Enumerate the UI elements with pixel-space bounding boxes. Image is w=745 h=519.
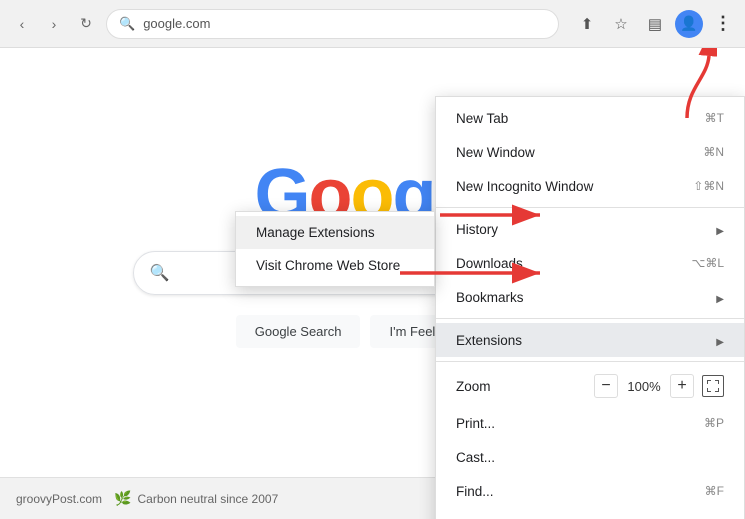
find-label: Find...	[456, 484, 494, 499]
url-text: google.com	[143, 16, 210, 31]
downloads-shortcut: ⌥⌘L	[691, 256, 724, 270]
zoom-in-button[interactable]: +	[670, 374, 694, 398]
search-magnifier-icon: 🔍	[150, 263, 170, 283]
sep3	[436, 361, 744, 362]
submenu-web-store[interactable]: Visit Chrome Web Store	[236, 249, 434, 282]
menu-item-zoom: Zoom − 100% +	[436, 366, 744, 406]
bookmarks-chevron	[716, 290, 724, 305]
submenu-manage-extensions[interactable]: Manage Extensions	[236, 216, 434, 249]
sep2	[436, 318, 744, 319]
back-button[interactable]: ‹	[8, 10, 36, 38]
new-tab-shortcut: ⌘T	[705, 111, 724, 125]
menu-item-find[interactable]: Find... ⌘F	[436, 474, 744, 508]
menu-item-extensions[interactable]: Extensions	[436, 323, 744, 357]
extensions-label: Extensions	[456, 333, 522, 348]
zoom-out-button[interactable]: −	[594, 374, 618, 398]
menu-item-downloads[interactable]: Downloads ⌥⌘L	[436, 246, 744, 280]
nav-buttons: ‹ › ↻	[8, 10, 100, 38]
forward-button[interactable]: ›	[40, 10, 68, 38]
profile-icon[interactable]: 👤	[675, 10, 703, 38]
new-window-label: New Window	[456, 145, 535, 160]
search-icon: 🔍	[119, 16, 135, 32]
expand-icon	[707, 380, 719, 392]
downloads-label: Downloads	[456, 256, 523, 271]
incognito-shortcut: ⇧⌘N	[693, 179, 724, 193]
extensions-submenu: Manage Extensions Visit Chrome Web Store	[235, 211, 435, 287]
menu-item-more-tools[interactable]: More Tools	[436, 508, 744, 519]
footer-groovy: groovyPost.com	[16, 492, 102, 506]
chrome-menu: New Tab ⌘T New Window ⌘N New Incognito W…	[435, 96, 745, 519]
reload-button[interactable]: ↻	[72, 10, 100, 38]
carbon-text: 🌿 Carbon neutral since 2007	[114, 490, 278, 507]
print-label: Print...	[456, 416, 495, 431]
browser-window: ‹ › ↻ 🔍 google.com ⬆ ☆ ▤ 👤 ⋮ Google 🔍 G	[0, 0, 745, 519]
address-bar[interactable]: 🔍 google.com	[106, 9, 559, 39]
menu-item-incognito[interactable]: New Incognito Window ⇧⌘N	[436, 169, 744, 203]
cast-label: Cast...	[456, 450, 495, 465]
content-area: Google 🔍 Google Search I'm Feeling Lucky…	[0, 48, 745, 519]
zoom-control: − 100% +	[594, 374, 724, 398]
menu-item-cast[interactable]: Cast...	[436, 440, 744, 474]
incognito-label: New Incognito Window	[456, 179, 593, 194]
extensions-chevron	[716, 333, 724, 348]
carbon-label: Carbon neutral since 2007	[137, 492, 278, 506]
menu-item-bookmarks[interactable]: Bookmarks	[436, 280, 744, 314]
menu-item-print[interactable]: Print... ⌘P	[436, 406, 744, 440]
zoom-value: 100%	[626, 379, 662, 394]
menu-item-new-tab[interactable]: New Tab ⌘T	[436, 101, 744, 135]
history-label: History	[456, 222, 498, 237]
leaf-icon: 🌿	[114, 490, 131, 507]
toolbar-icons: ⬆ ☆ ▤ 👤 ⋮	[573, 10, 737, 38]
manage-extensions-label: Manage Extensions	[256, 225, 375, 240]
reader-icon[interactable]: ▤	[641, 10, 669, 38]
sep1	[436, 207, 744, 208]
find-shortcut: ⌘F	[705, 484, 724, 498]
bookmarks-label: Bookmarks	[456, 290, 524, 305]
menu-button[interactable]: ⋮	[709, 10, 737, 38]
web-store-label: Visit Chrome Web Store	[256, 258, 400, 273]
fullscreen-button[interactable]	[702, 375, 724, 397]
zoom-label: Zoom	[456, 379, 491, 394]
bookmark-icon[interactable]: ☆	[607, 10, 635, 38]
browser-toolbar: ‹ › ↻ 🔍 google.com ⬆ ☆ ▤ 👤 ⋮	[0, 0, 745, 48]
print-shortcut: ⌘P	[704, 416, 724, 430]
new-tab-label: New Tab	[456, 111, 508, 126]
history-chevron	[716, 222, 724, 237]
menu-item-new-window[interactable]: New Window ⌘N	[436, 135, 744, 169]
new-window-shortcut: ⌘N	[703, 145, 724, 159]
google-search-button[interactable]: Google Search	[236, 315, 361, 348]
menu-item-history[interactable]: History	[436, 212, 744, 246]
share-icon[interactable]: ⬆	[573, 10, 601, 38]
